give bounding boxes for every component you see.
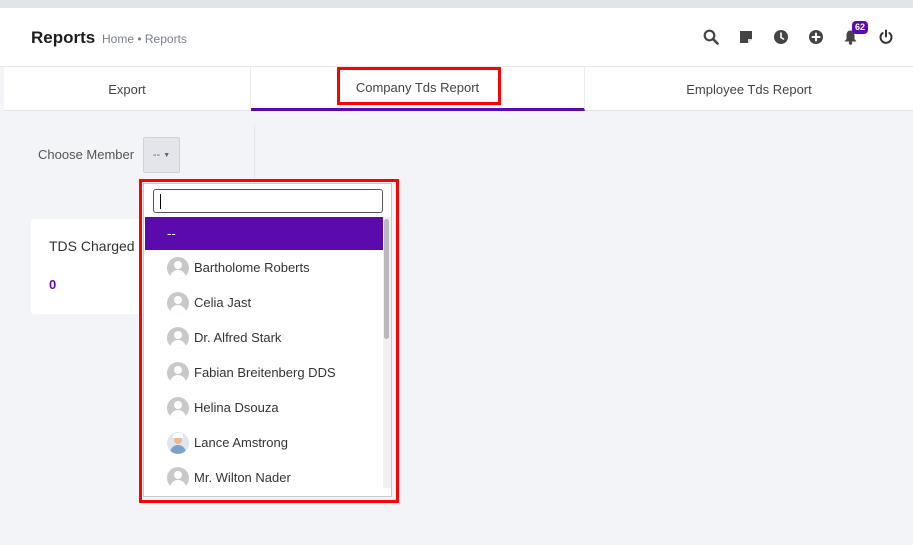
option-label: Helina Dsouza — [194, 400, 279, 415]
dropdown-search-input[interactable] — [153, 189, 383, 213]
scrollbar-thumb[interactable] — [384, 219, 389, 339]
option-label: -- — [167, 226, 176, 241]
tab-company-tds-report[interactable]: Company Tds Report — [251, 67, 585, 111]
search-icon[interactable] — [693, 26, 728, 48]
member-option-none[interactable]: -- — [145, 217, 383, 250]
text-cursor — [160, 194, 161, 209]
power-icon[interactable] — [868, 26, 903, 48]
header-actions: 62 — [693, 21, 903, 48]
notification-badge: 62 — [852, 21, 869, 34]
divider — [254, 125, 255, 185]
avatar-placeholder-icon — [167, 361, 189, 384]
card-value: 0 — [49, 277, 57, 292]
sticky-note-icon[interactable] — [728, 26, 763, 48]
member-options-list: -- Bartholome Roberts Celia Jast Dr. Alf… — [145, 217, 383, 495]
option-label: Mr. Wilton Nader — [194, 470, 291, 485]
avatar-placeholder-icon — [167, 326, 189, 349]
avatar-placeholder-icon — [167, 256, 189, 279]
member-option[interactable]: Lance Amstrong — [145, 425, 383, 460]
member-option[interactable]: Helina Dsouza — [145, 390, 383, 425]
avatar-photo-icon — [167, 431, 189, 454]
option-label: Bartholome Roberts — [194, 260, 310, 275]
member-dropdown: -- Bartholome Roberts Celia Jast Dr. Alf… — [143, 183, 392, 497]
member-option[interactable]: Bartholome Roberts — [145, 250, 383, 285]
option-label: Dr. Alfred Stark — [194, 330, 282, 345]
member-option[interactable]: Dr. Alfred Stark — [145, 320, 383, 355]
option-label: Lance Amstrong — [194, 435, 288, 450]
option-label: Fabian Breitenberg DDS — [194, 365, 336, 380]
bell-icon[interactable]: 62 — [833, 21, 869, 48]
member-option[interactable]: Mr. Wilton Nader — [145, 460, 383, 495]
clock-icon[interactable] — [763, 26, 798, 48]
tab-export[interactable]: Export — [4, 67, 251, 111]
page-title: Reports — [31, 28, 96, 47]
card-title: TDS Charged — [49, 238, 135, 254]
option-label: Celia Jast — [194, 295, 252, 310]
member-option[interactable]: Fabian Breitenberg DDS — [145, 355, 383, 390]
tds-charged-card: TDS Charged 0 — [31, 219, 151, 314]
member-select-value: -- — [152, 149, 161, 161]
caret-down-icon: ▼ — [163, 151, 171, 159]
breadcrumb[interactable]: Home • Reports — [102, 32, 187, 46]
page-header: Reports Home • Reports 62 — [0, 8, 913, 67]
avatar-placeholder-icon — [167, 396, 189, 419]
add-circle-icon[interactable] — [798, 26, 833, 48]
top-strip — [0, 0, 913, 8]
tab-employee-tds-report[interactable]: Employee Tds Report — [585, 67, 913, 111]
report-tabs: Export Company Tds Report Employee Tds R… — [4, 67, 913, 111]
member-select[interactable]: -- ▼ — [143, 137, 180, 173]
avatar-placeholder-icon — [167, 466, 189, 489]
dropdown-scrollbar[interactable] — [383, 217, 391, 488]
member-option[interactable]: Celia Jast — [145, 285, 383, 320]
choose-member-label: Choose Member — [38, 147, 135, 162]
avatar-placeholder-icon — [167, 291, 189, 314]
